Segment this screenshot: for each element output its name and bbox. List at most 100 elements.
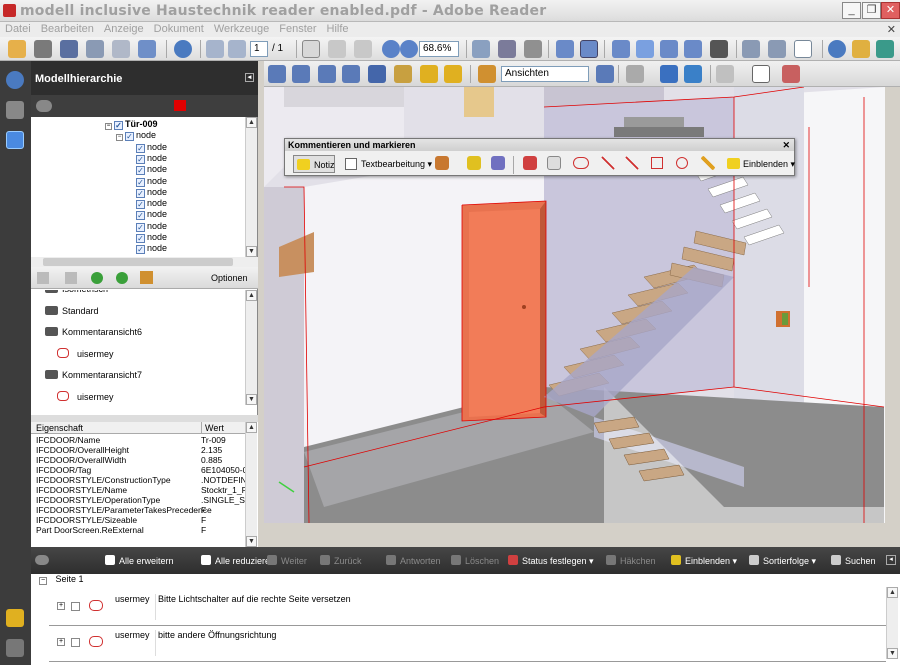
hand-tool-icon[interactable] (328, 40, 346, 58)
comments-btn-9[interactable]: Sortierfolge ▾ (749, 555, 816, 567)
delete-view-icon[interactable] (65, 272, 77, 284)
color-swatch[interactable] (174, 100, 186, 111)
move-up-icon[interactable] (91, 272, 103, 284)
page-number-input[interactable]: 1 (250, 41, 268, 57)
comments-btn-2[interactable]: Weiter (267, 555, 307, 566)
property-row[interactable]: IFCDOORSTYLE/ConstructionType .NOTDEFINE (31, 475, 246, 485)
attachments-icon[interactable] (6, 639, 24, 657)
camera-properties-icon[interactable] (394, 65, 412, 83)
zoom-out-icon[interactable] (382, 40, 400, 58)
splitter[interactable] (31, 415, 258, 422)
comments-panel-icon[interactable] (6, 609, 24, 627)
tree-node[interactable]: ✓ node (127, 209, 167, 221)
tree-hscrollbar[interactable] (31, 257, 258, 267)
comments-btn-0[interactable]: Alle erweitern (105, 555, 174, 566)
col-eigenschaft[interactable]: Eigenschaft (36, 422, 83, 434)
email-icon[interactable] (86, 40, 104, 58)
property-row[interactable]: IFCDOOR/Name Tr-009 (31, 435, 246, 445)
expand-comment-icon[interactable]: + (57, 602, 65, 610)
rotate-right-icon[interactable] (768, 40, 786, 58)
tree-node[interactable]: − ✓ node (116, 130, 156, 142)
comments-btn-8[interactable]: Einblenden ▾ (671, 555, 737, 567)
comment-text[interactable]: bitte andere Öffnungsrichtung (155, 630, 881, 656)
menu-dokument[interactable]: Dokument (149, 22, 209, 37)
spin-3d-icon[interactable] (292, 65, 310, 83)
expand-icon[interactable]: − (116, 134, 123, 142)
view-item[interactable]: Kommentaransicht7 (45, 368, 142, 382)
line-icon[interactable] (625, 156, 639, 170)
show-menu-button[interactable]: Einblenden ▾ (725, 155, 795, 173)
arrow-icon[interactable] (601, 156, 615, 170)
col-wert[interactable]: Wert (201, 422, 224, 434)
pan-3d-icon[interactable] (318, 65, 336, 83)
rectangle-icon[interactable] (651, 157, 663, 169)
continuous-icon[interactable] (636, 40, 654, 58)
view-item[interactable]: Kommentaransicht6 (45, 325, 142, 339)
pages-panel-icon[interactable] (6, 101, 24, 119)
expand-icon[interactable]: − (105, 123, 112, 130)
property-row[interactable]: IFCDOOR/OverallHeight 2.135 (31, 445, 246, 455)
previous-page-icon[interactable] (206, 40, 224, 58)
rotate-left-icon[interactable] (742, 40, 760, 58)
info-icon[interactable] (828, 40, 846, 58)
comments-scrollbar[interactable]: ▲ ▼ (886, 587, 898, 659)
property-row[interactable]: IFCDOOR/Tag 6E104050-0 (31, 465, 246, 475)
move-down-icon[interactable] (116, 272, 128, 284)
info-panel-icon[interactable] (6, 71, 24, 89)
visibility-checkbox[interactable]: ✓ (125, 132, 134, 142)
comments-btn-5[interactable]: Löschen (451, 555, 499, 566)
open-folder-icon[interactable] (8, 40, 26, 58)
callout-icon[interactable] (523, 156, 537, 170)
share-icon[interactable] (138, 40, 156, 58)
textbox-icon[interactable] (547, 156, 561, 170)
menu-datei[interactable]: Datei (0, 22, 36, 37)
page-display-icon[interactable] (794, 40, 812, 58)
zoom-in-icon[interactable] (400, 40, 418, 58)
close-button[interactable]: ✕ (881, 2, 900, 19)
comments-btn-10[interactable]: Suchen (831, 555, 876, 566)
visibility-checkbox[interactable]: ✓ (136, 211, 145, 221)
restore-button[interactable]: ❐ (862, 2, 881, 19)
sign-pen-icon[interactable] (852, 40, 870, 58)
tree-node[interactable]: ✓ node (127, 153, 167, 164)
collaborate-icon[interactable] (112, 40, 130, 58)
menu-werkzeuge[interactable]: Werkzeuge (209, 22, 274, 37)
projection-icon[interactable] (660, 65, 678, 83)
properties-scrollbar[interactable]: ▲ ▼ (245, 422, 257, 547)
views-scrollbar[interactable]: ▲ ▼ (245, 290, 257, 405)
comment-text[interactable]: Bitte Lichtschalter auf die rechte Seite… (155, 594, 881, 620)
zoom-level-input[interactable]: 68.6% (419, 41, 459, 57)
highlight-icon[interactable] (467, 156, 481, 170)
comments-btn-3[interactable]: Zurück (320, 555, 362, 566)
visibility-checkbox[interactable]: ✓ (114, 121, 123, 130)
search-globe-icon[interactable] (174, 40, 192, 58)
comment-checkbox[interactable] (71, 602, 80, 611)
home-icon[interactable] (140, 271, 153, 284)
menu-hilfe[interactable]: Hilfe (322, 22, 354, 37)
fit-width-icon[interactable] (556, 40, 574, 58)
snapshot-icon[interactable] (472, 40, 490, 58)
single-page-icon[interactable] (612, 40, 630, 58)
comments-options-icon[interactable] (35, 555, 49, 565)
fullscreen-icon[interactable] (710, 40, 728, 58)
tree-scrollbar[interactable]: ▲ ▼ (245, 117, 257, 257)
adobe-online-icon[interactable] (876, 40, 894, 58)
property-row[interactable]: IFCDOORSTYLE/OperationType .SINGLE_SW (31, 495, 246, 505)
home-view-icon[interactable] (478, 65, 496, 83)
property-row[interactable]: IFCDOORSTYLE/Sizeable F (31, 515, 246, 525)
facing-icon[interactable] (660, 40, 678, 58)
comment-3d-icon[interactable] (444, 65, 462, 83)
document-close-icon[interactable]: ✕ (887, 23, 896, 36)
tree-node[interactable]: ✓ node (127, 176, 167, 187)
visibility-checkbox[interactable]: ✓ (136, 166, 145, 176)
visibility-checkbox[interactable]: ✓ (136, 143, 145, 153)
save-icon[interactable] (60, 40, 78, 58)
oval-icon[interactable] (676, 157, 688, 169)
comments-btn-6[interactable]: Status festlegen ▾ (508, 555, 594, 567)
model-tree-panel-icon[interactable] (6, 131, 24, 149)
continuous-facing-icon[interactable] (684, 40, 702, 58)
minimize-button[interactable]: _ (842, 2, 861, 19)
views-select[interactable]: Ansichten (501, 66, 589, 82)
visibility-checkbox[interactable]: ✓ (136, 177, 145, 187)
visibility-checkbox[interactable]: ✓ (136, 188, 145, 198)
